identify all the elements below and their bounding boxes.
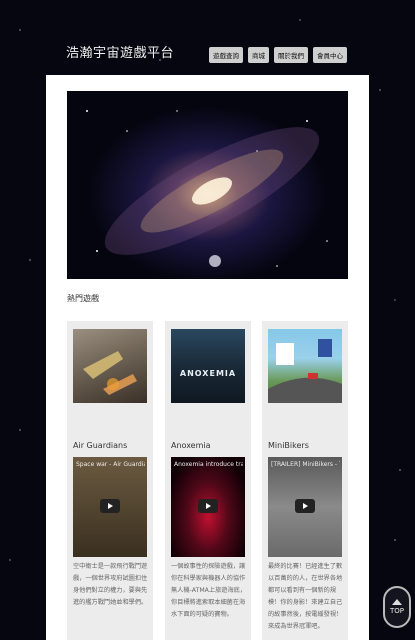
nav-item-shop[interactable]: 商城 — [248, 47, 269, 63]
game-card: Air Guardians Space war - Air Guardians … — [67, 321, 153, 640]
section-title-popular-games: 熱門遊戲 — [67, 294, 99, 303]
arrow-up-icon — [392, 599, 402, 605]
game-name[interactable]: MiniBikers — [268, 441, 309, 450]
content-panel: 熱門遊戲 Air Guardians Space war - Air Guard… — [46, 75, 369, 640]
play-icon[interactable] — [100, 499, 120, 513]
main-nav: 遊戲查詢 商城 關於我們 會員中心 — [209, 47, 347, 63]
game-description: 一個故事性的探險遊戲，讓你在科學家與機器人的協作無人機-ATMA上旅遊海底，你目… — [171, 563, 247, 618]
game-card-list: Air Guardians Space war - Air Guardians … — [67, 321, 348, 640]
nav-item-member[interactable]: 會員中心 — [313, 47, 347, 63]
game-card: ANOXEMIA Anoxemia Anoxemia introduce tra… — [165, 321, 251, 640]
scroll-to-top-label: TOP — [389, 607, 404, 615]
galaxy-illustration — [86, 110, 328, 267]
thumbnail-logo-text: ANOXEMIA — [179, 369, 237, 378]
game-name[interactable]: Anoxemia — [171, 441, 211, 450]
aircraft-illustration — [83, 351, 137, 395]
game-description: 最終的比賽！已經進生了數以百萬的的人，在世界各地都可以看到有一個新的規模！你的身… — [268, 563, 343, 630]
video-title: Anoxemia introduce trailer — [174, 461, 243, 468]
play-icon[interactable] — [295, 499, 315, 513]
game-name[interactable]: Air Guardians — [73, 441, 127, 450]
game-thumbnail-minibikers[interactable] — [268, 329, 342, 403]
nav-item-about[interactable]: 關於我們 — [274, 47, 308, 63]
site-title[interactable]: 浩瀚宇宙遊戲平台 — [66, 42, 174, 61]
race-track-illustration — [268, 339, 342, 403]
hero-galaxy-image — [67, 91, 348, 279]
video-title: [TRAILER] MiniBikers - Th... — [271, 461, 340, 468]
game-card: MiniBikers [TRAILER] MiniBikers - Th... … — [262, 321, 348, 640]
nav-item-game-search[interactable]: 遊戲查詢 — [209, 47, 243, 63]
scroll-to-top-button[interactable]: TOP — [383, 586, 411, 628]
game-description: 空中衛士是一款飛行戰鬥遊戲，一個世界攻府試圖扣住身他們對立的權力，要與先進的艦方… — [73, 563, 148, 606]
play-icon[interactable] — [198, 499, 218, 513]
video-player[interactable]: Anoxemia introduce trailer — [171, 457, 245, 557]
video-player[interactable]: [TRAILER] MiniBikers - Th... — [268, 457, 342, 557]
video-player[interactable]: Space war - Air Guardians ... — [73, 457, 147, 557]
game-thumbnail-anoxemia[interactable]: ANOXEMIA — [171, 329, 245, 403]
video-title: Space war - Air Guardians ... — [76, 461, 145, 468]
site-header: 浩瀚宇宙遊戲平台 遊戲查詢 商城 關於我們 會員中心 — [0, 0, 415, 75]
game-thumbnail-air-guardians[interactable] — [73, 329, 147, 403]
